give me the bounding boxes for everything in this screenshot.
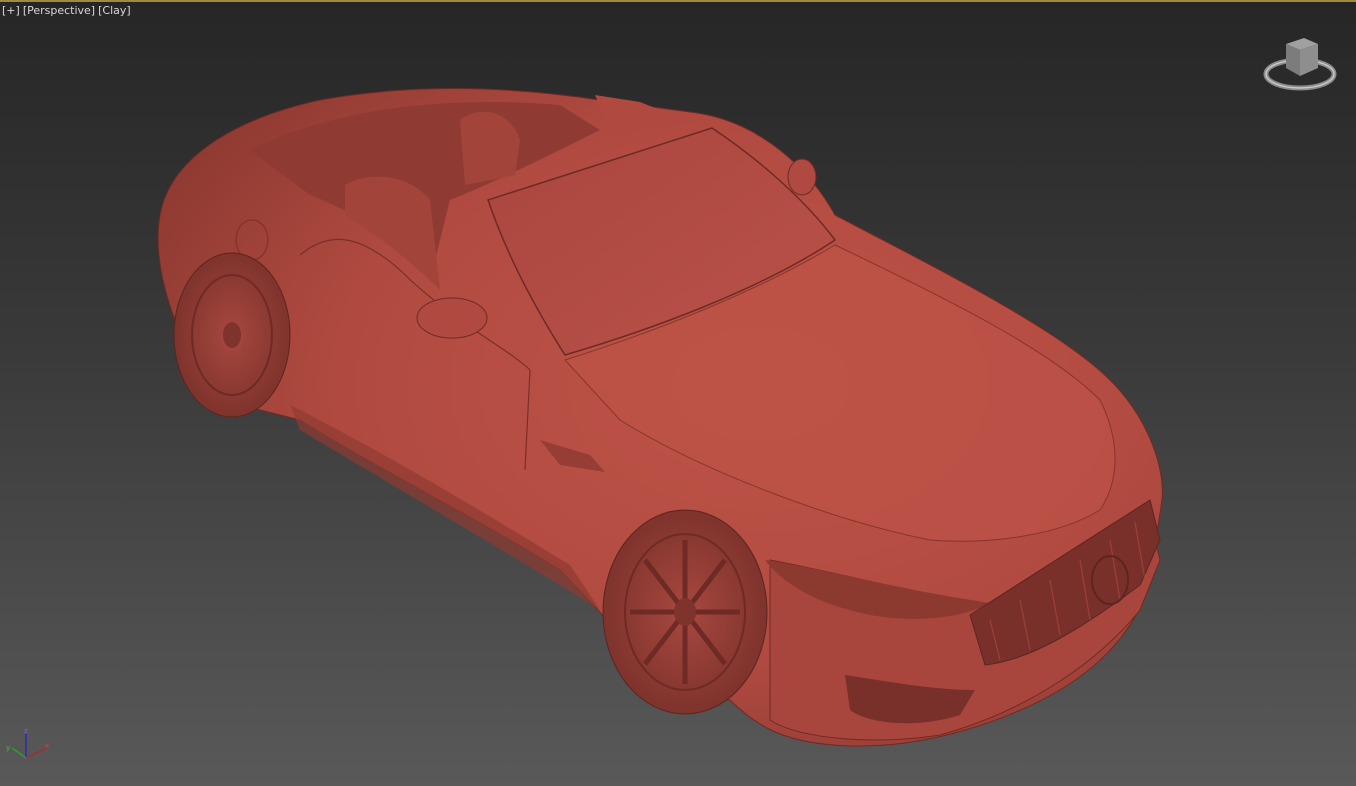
car-model[interactable] bbox=[157, 88, 1163, 747]
axis-x-label: x bbox=[45, 742, 49, 750]
front-wheel bbox=[602, 509, 768, 715]
axis-z-label: z bbox=[24, 727, 28, 735]
shading-mode-button[interactable]: [Clay] bbox=[98, 4, 131, 17]
side-mirror-right bbox=[787, 158, 817, 196]
viewport-canvas[interactable] bbox=[0, 0, 1356, 786]
viewcube-icon[interactable] bbox=[1262, 32, 1338, 94]
viewport-menu-button[interactable]: [+] bbox=[2, 4, 20, 17]
axis-gizmo-icon: z x y bbox=[6, 727, 49, 759]
rear-wheel bbox=[173, 252, 291, 418]
axis-y-label: y bbox=[6, 744, 10, 752]
side-mirror-left bbox=[416, 297, 488, 339]
view-mode-button[interactable]: [Perspective] bbox=[23, 4, 95, 17]
viewport-label: [+] [Perspective] [Clay] bbox=[2, 4, 134, 17]
